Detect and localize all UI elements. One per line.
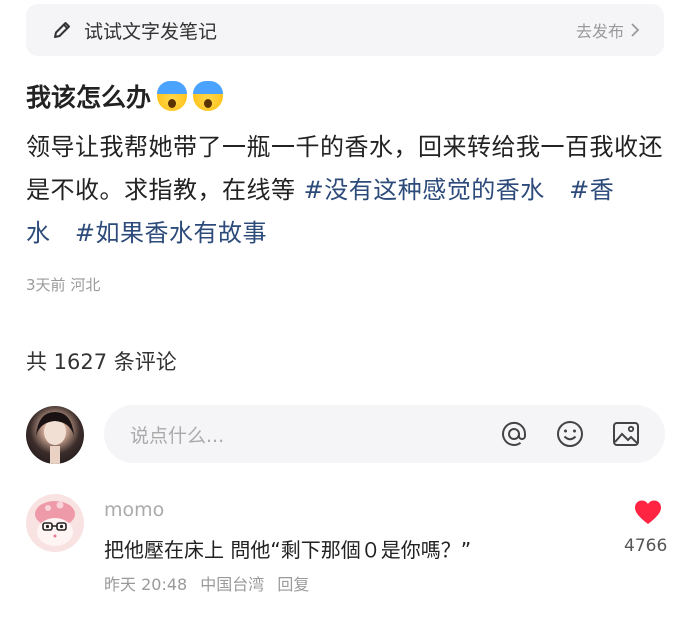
post-meta: 3天前 河北: [26, 274, 100, 295]
publish-label: 去发布: [575, 22, 624, 41]
reply-button[interactable]: 回复: [277, 575, 309, 594]
scream-emoji-icon: [157, 81, 188, 111]
commenter-name[interactable]: momo: [104, 499, 164, 521]
comment-meta: 昨天 20:48 中国台湾 回复: [104, 571, 317, 595]
write-note-bar[interactable]: 试试文字发笔记 去发布: [26, 4, 664, 56]
avatar[interactable]: [26, 406, 84, 464]
heart-icon[interactable]: [633, 498, 663, 530]
comment-input[interactable]: 说点什么...: [104, 405, 665, 463]
mention-icon[interactable]: [499, 419, 529, 449]
pen-icon: [52, 20, 72, 40]
publish-button[interactable]: 去发布: [576, 18, 640, 42]
like-count: 4766: [624, 536, 668, 556]
hashtag-link[interactable]: #没有这种感觉的香水: [304, 176, 545, 204]
post-time: 3天前: [26, 276, 66, 294]
commenter-avatar[interactable]: [26, 494, 84, 552]
write-note-label: 试试文字发笔记: [84, 20, 218, 43]
comment-text: 把他壓在床上 問他“剩下那個０是你嗎？”: [104, 538, 472, 562]
comment-location: 中国台湾: [200, 575, 265, 594]
chevron-right-icon: [630, 23, 640, 37]
scream-emoji-icon: [193, 81, 224, 111]
image-icon[interactable]: [611, 419, 641, 449]
comment-count: 共 1627 条评论: [26, 350, 177, 374]
comment-placeholder: 说点什么...: [130, 424, 225, 447]
post-body: 领导让我帮她带了一瓶一千的香水，回来转给我一百我收还是不收。求指教，在线等 #没…: [26, 126, 666, 255]
comment-time: 昨天 20:48: [104, 575, 188, 594]
like-button[interactable]: 4766: [624, 498, 668, 556]
post-location: 河北: [70, 276, 101, 294]
post-title: 我该怎么办: [26, 78, 224, 114]
emoji-icon[interactable]: [555, 419, 585, 449]
post-title-text: 我该怎么办: [26, 83, 152, 112]
hashtag-link[interactable]: #如果香水有故事: [75, 219, 267, 247]
